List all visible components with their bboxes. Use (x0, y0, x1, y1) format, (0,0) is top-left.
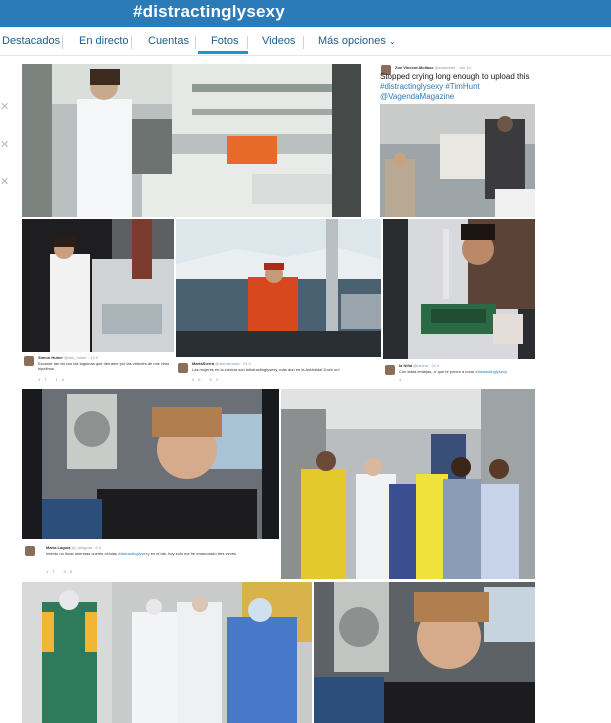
photo-tile[interactable] (314, 582, 535, 723)
mention-link[interactable]: @VagendaMagazine (380, 92, 454, 101)
lab-ppe-photo (22, 582, 312, 723)
tweet-photo-tile[interactable]: Zoe Vincent-Mollase @zoebrenti · Jun 10 … (380, 64, 535, 217)
search-header: #distractinglysexy (0, 0, 611, 27)
tweet-photo (22, 389, 279, 539)
chevron-down-icon: ⌄ (388, 37, 396, 46)
tab-divider (131, 36, 132, 49)
avatar (178, 363, 188, 373)
tweet-text: Intento no llorar mientras cuento célula… (46, 551, 238, 556)
tweet-text: Las mujeres en la ciencia son #distracti… (192, 367, 340, 372)
tweet-card: Zoe Vincent-Mollase @zoebrenti · Jun 10 … (380, 64, 535, 104)
tab-divider (195, 36, 196, 49)
tweet-handle: @_mlaguia · 6 h (71, 545, 101, 550)
tweet-handle: @sierramarta · 21 h (215, 361, 251, 366)
lab-group-photo (281, 389, 535, 579)
tab-divider (62, 36, 63, 49)
photo-tile[interactable] (22, 582, 312, 723)
lab-photo (22, 64, 361, 217)
tweet-handle: @zoebrenti · Jun 10 (434, 65, 471, 70)
avatar (25, 546, 35, 556)
tab-videos[interactable]: Videos (262, 35, 295, 47)
tweet-actions[interactable]: 17 36 (46, 569, 76, 574)
tweet-actions[interactable]: 4 (399, 377, 405, 382)
hashtag-title: #distractinglysexy (133, 2, 285, 21)
photo-tile[interactable] (281, 389, 535, 579)
tweet-text: Con tanta lentejas, a' que te ponen a to… (399, 369, 507, 374)
tweet-card: Simon Huber @sim_huber · 13 h Escaner ta… (22, 352, 174, 384)
tab-cuentas[interactable]: Cuentas (148, 35, 189, 47)
tweet-photo (22, 219, 174, 352)
tab-divider (247, 36, 248, 49)
close-icon[interactable]: ✕ (0, 100, 9, 113)
tab-mas-opciones[interactable]: Más opciones ⌄ (318, 35, 396, 47)
tweet-handle: @sim_huber · 13 h (64, 355, 99, 360)
tweet-text: Escaner tan bit con las lagrimas que der… (38, 361, 170, 371)
tweet-handle: @lanina · 21 h (413, 363, 440, 368)
close-icon[interactable]: ✕ (0, 175, 9, 188)
tweet-author: Zoe Vincent-Mollase (395, 65, 434, 70)
hashtag-link[interactable]: #distractinglysexy (118, 551, 150, 556)
tweet-card: María Laguía @_mlaguia · 6 h Intento no … (22, 539, 279, 579)
tweet-author: MartaSierra (192, 361, 215, 366)
tweet-author: María Laguía (46, 545, 71, 550)
tweet-actions[interactable]: 46 53 (192, 377, 222, 382)
tweet-author: la Niña (399, 363, 413, 368)
tweet-photo (383, 219, 535, 359)
close-icon[interactable]: ✕ (0, 138, 9, 151)
tab-en-directo[interactable]: En directo (79, 35, 129, 47)
avatar (385, 365, 395, 375)
tweet-author: Simon Huber (38, 355, 63, 360)
tweet-actions[interactable]: 37 14 (38, 377, 68, 382)
tweet-text: Stopped crying long enough to upload thi… (380, 72, 530, 101)
active-tab-indicator (198, 51, 248, 54)
tweet-card: MartaSierra @sierramarta · 21 h Las muje… (176, 357, 381, 384)
hashtag-link[interactable]: #distractinglysexy (475, 369, 507, 374)
avatar (24, 356, 34, 366)
tab-divider (303, 36, 304, 49)
selfie-photo (314, 582, 535, 723)
tweet-photo (176, 219, 381, 357)
search-tabs: Destacados En directo Cuentas Fotos Vide… (0, 27, 611, 56)
tab-destacados[interactable]: Destacados (2, 35, 60, 47)
tweet-photo-tile[interactable]: la Niña @lanina · 21 h Con tanta lenteja… (383, 219, 535, 384)
tweet-card: la Niña @lanina · 21 h Con tanta lenteja… (383, 359, 535, 384)
tweet-photo-tile[interactable]: Simon Huber @sim_huber · 13 h Escaner ta… (22, 219, 174, 384)
tweet-photo-tile[interactable]: María Laguía @_mlaguia · 6 h Intento no … (22, 389, 279, 579)
photo-tile[interactable] (22, 64, 361, 217)
hashtag-link[interactable]: #distractinglysexy #TimHunt (380, 82, 480, 91)
tweet-photo-tile[interactable]: MartaSierra @sierramarta · 21 h Las muje… (176, 219, 381, 384)
tweet-photo (380, 104, 535, 217)
mas-opciones-label: Más opciones (318, 35, 386, 47)
tab-fotos[interactable]: Fotos (211, 35, 239, 47)
